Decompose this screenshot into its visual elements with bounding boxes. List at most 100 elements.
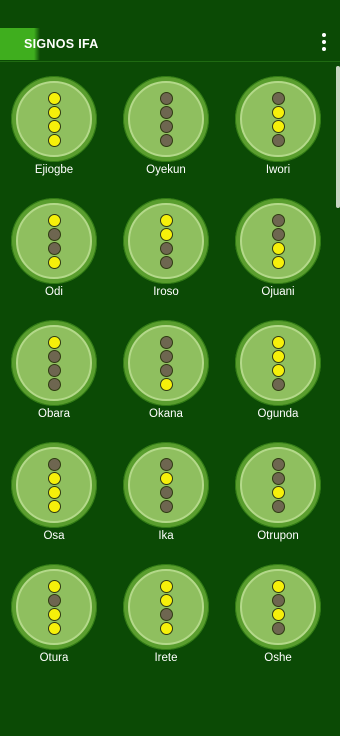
sign-disc-inner xyxy=(240,447,316,523)
sign-disc xyxy=(235,198,321,284)
sign-item-iwori[interactable]: Iwori xyxy=(223,76,333,186)
bead-open-icon xyxy=(47,213,61,227)
sign-label: Obara xyxy=(38,408,70,420)
sign-item-osa[interactable]: Osa xyxy=(0,442,109,552)
bead-closed-icon xyxy=(47,457,61,471)
bead-open-icon xyxy=(159,227,173,241)
bead-closed-icon xyxy=(47,227,61,241)
bead-closed-icon xyxy=(271,499,285,513)
bead-open-icon xyxy=(47,255,61,269)
bead-closed-icon xyxy=(159,105,173,119)
sign-disc xyxy=(11,320,97,406)
sign-disc xyxy=(11,76,97,162)
bead-open-icon xyxy=(159,471,173,485)
sign-item-okana[interactable]: Okana xyxy=(111,320,221,430)
sign-disc-inner xyxy=(16,81,92,157)
bead-closed-icon xyxy=(159,485,173,499)
bead-open-icon xyxy=(47,471,61,485)
bead-open-icon xyxy=(271,579,285,593)
sign-disc-inner xyxy=(128,81,204,157)
bead-closed-icon xyxy=(271,377,285,391)
bead-closed-icon xyxy=(47,363,61,377)
bead-open-icon xyxy=(47,133,61,147)
sign-item-oyekun[interactable]: Oyekun xyxy=(111,76,221,186)
sign-label: Otura xyxy=(39,652,69,664)
bead-open-icon xyxy=(47,621,61,635)
sign-label: Ejiogbe xyxy=(34,164,74,176)
sign-label: Ogunda xyxy=(257,408,299,420)
bead-open-icon xyxy=(159,213,173,227)
sign-disc-inner xyxy=(128,203,204,279)
bead-open-icon xyxy=(159,579,173,593)
sign-disc xyxy=(123,198,209,284)
sign-disc-inner xyxy=(16,203,92,279)
sign-item-otura[interactable]: Otura xyxy=(0,564,109,674)
sign-disc-inner xyxy=(16,325,92,401)
bead-closed-icon xyxy=(159,499,173,513)
bead-open-icon xyxy=(159,621,173,635)
bead-closed-icon xyxy=(159,241,173,255)
sign-disc-inner xyxy=(128,325,204,401)
bead-open-icon xyxy=(159,593,173,607)
menu-dot xyxy=(322,47,326,51)
bead-closed-icon xyxy=(271,227,285,241)
bead-closed-icon xyxy=(159,91,173,105)
sign-disc xyxy=(123,76,209,162)
bead-open-icon xyxy=(47,91,61,105)
sign-label: Odi xyxy=(45,286,63,298)
sign-item-obara[interactable]: Obara xyxy=(0,320,109,430)
sign-disc-inner xyxy=(240,569,316,645)
sign-item-ika[interactable]: Ika xyxy=(111,442,221,552)
bead-closed-icon xyxy=(271,471,285,485)
sign-disc-inner xyxy=(240,203,316,279)
sign-disc xyxy=(235,564,321,650)
app-bar: SIGNOS IFA xyxy=(0,0,340,62)
app-title: SIGNOS IFA xyxy=(24,37,99,51)
sign-disc-inner xyxy=(240,81,316,157)
sign-disc xyxy=(123,564,209,650)
bead-closed-icon xyxy=(271,213,285,227)
sign-item-oshe[interactable]: Oshe xyxy=(223,564,333,674)
sign-disc xyxy=(11,442,97,528)
bead-closed-icon xyxy=(159,349,173,363)
bead-open-icon xyxy=(271,363,285,377)
bead-closed-icon xyxy=(159,133,173,147)
scrollbar[interactable] xyxy=(336,66,340,208)
bead-open-icon xyxy=(47,105,61,119)
bead-open-icon xyxy=(271,335,285,349)
bead-closed-icon xyxy=(271,133,285,147)
sign-item-ojuani[interactable]: Ojuani xyxy=(223,198,333,308)
bead-closed-icon xyxy=(159,363,173,377)
sign-item-otrupon[interactable]: Otrupon xyxy=(223,442,333,552)
bead-open-icon xyxy=(47,607,61,621)
sign-item-odi[interactable]: Odi xyxy=(0,198,109,308)
sign-label: Osa xyxy=(43,530,65,542)
sign-disc xyxy=(235,442,321,528)
bead-open-icon xyxy=(47,119,61,133)
sign-disc xyxy=(123,320,209,406)
bead-closed-icon xyxy=(47,241,61,255)
sign-disc-inner xyxy=(128,447,204,523)
bead-closed-icon xyxy=(159,607,173,621)
sign-disc-inner xyxy=(240,325,316,401)
title-tab: SIGNOS IFA xyxy=(0,28,150,60)
bead-closed-icon xyxy=(271,91,285,105)
sign-item-ejiogbe[interactable]: Ejiogbe xyxy=(0,76,109,186)
more-vert-icon[interactable] xyxy=(316,30,332,54)
bead-closed-icon xyxy=(47,593,61,607)
sign-label: Iroso xyxy=(153,286,179,298)
sign-label: Ojuani xyxy=(261,286,295,298)
bead-open-icon xyxy=(271,349,285,363)
bead-closed-icon xyxy=(271,593,285,607)
sign-disc xyxy=(11,564,97,650)
sign-item-irete[interactable]: Irete xyxy=(111,564,221,674)
bead-open-icon xyxy=(271,255,285,269)
bead-closed-icon xyxy=(47,349,61,363)
sign-disc xyxy=(235,76,321,162)
bead-closed-icon xyxy=(47,377,61,391)
sign-label: Okana xyxy=(149,408,183,420)
sign-item-iroso[interactable]: Iroso xyxy=(111,198,221,308)
bead-open-icon xyxy=(47,485,61,499)
sign-item-ogunda[interactable]: Ogunda xyxy=(223,320,333,430)
sign-label: Otrupon xyxy=(257,530,299,542)
